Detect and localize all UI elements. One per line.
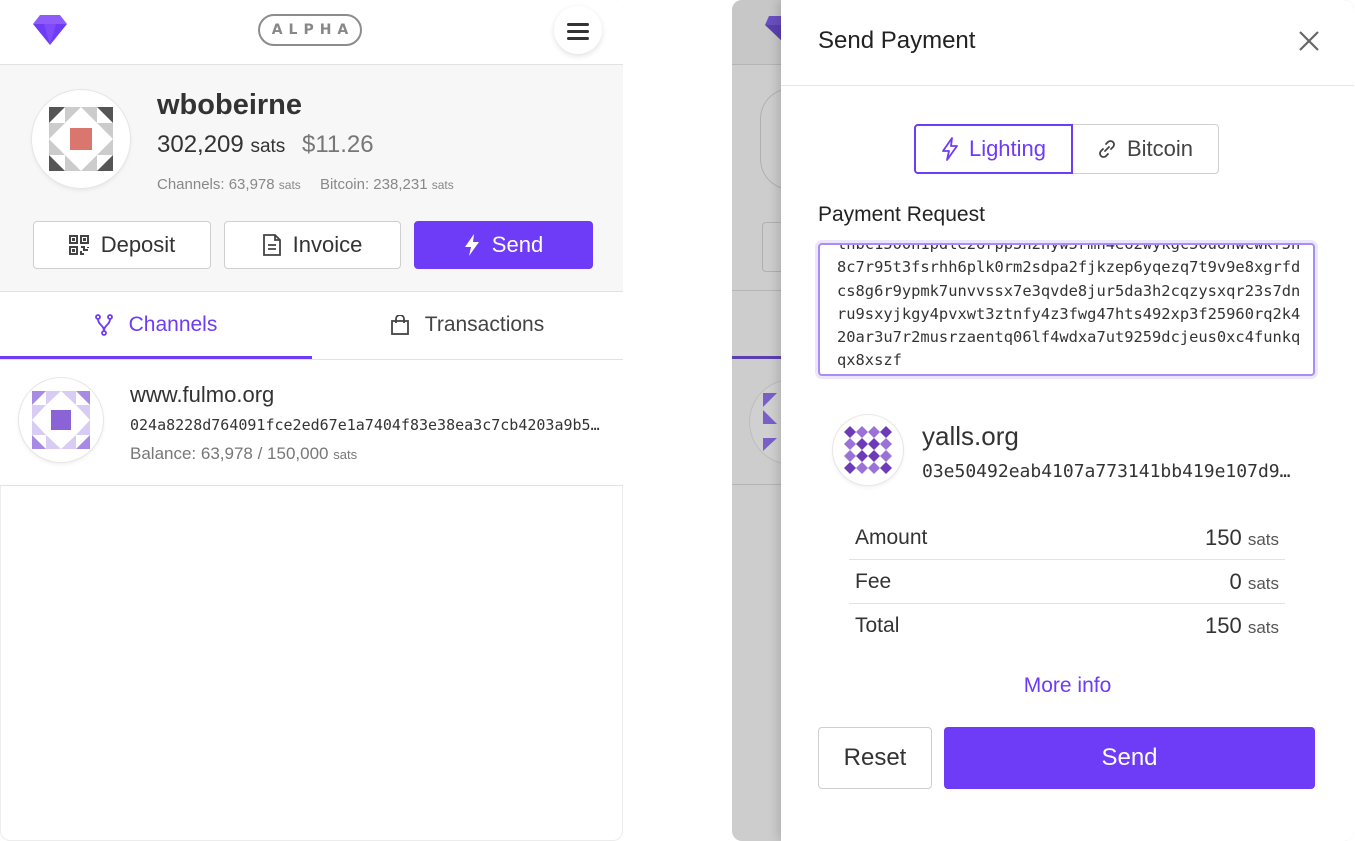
tab-bar: Channels Transactions bbox=[0, 292, 623, 360]
summary-label: Amount bbox=[855, 526, 928, 549]
summary-number: 0 bbox=[1229, 569, 1242, 594]
summary-number: 150 bbox=[1204, 613, 1242, 638]
segment-bitcoin[interactable]: Bitcoin bbox=[1071, 124, 1219, 174]
hamburger-line bbox=[567, 30, 589, 33]
channel-avatar bbox=[19, 378, 103, 462]
payment-summary: Amount 150 sats Fee 0 sats Total 150 sat… bbox=[849, 516, 1285, 647]
summary-value: 150 sats bbox=[1205, 525, 1279, 551]
lightning-icon bbox=[941, 137, 959, 161]
modal-divider bbox=[781, 85, 1354, 86]
sats-unit: sats bbox=[278, 178, 301, 192]
summary-value: 150 sats bbox=[1205, 613, 1279, 639]
channel-balance-value: Balance: 63,978 / 150,000 bbox=[130, 444, 329, 463]
tab-channels[interactable]: Channels bbox=[0, 292, 312, 358]
sats-unit: sats bbox=[1247, 530, 1279, 549]
list-item[interactable]: www.fulmo.org 024a8228d764091fce2ed67e1a… bbox=[0, 360, 623, 486]
channel-name: www.fulmo.org bbox=[130, 382, 275, 407]
balance-usd: $11.26 bbox=[301, 131, 374, 158]
channel-pubkey: 024a8228d764091fce2ed67e1a7404f83e38ea3c… bbox=[130, 416, 605, 434]
more-info-link[interactable]: More info bbox=[781, 674, 1354, 698]
segment-lightning[interactable]: Lighting bbox=[914, 124, 1073, 174]
app-header: ALPHA bbox=[0, 0, 623, 65]
tab-label: Channels bbox=[128, 313, 218, 336]
invoice-button[interactable]: Invoice bbox=[224, 221, 401, 269]
segment-label: Bitcoin bbox=[1126, 136, 1194, 161]
tab-label: Transactions bbox=[424, 313, 545, 336]
balance-unit: sats bbox=[250, 136, 286, 157]
sats-unit: sats bbox=[431, 178, 454, 192]
deposit-label: Deposit bbox=[100, 232, 176, 257]
summary-label: Fee bbox=[855, 570, 892, 593]
send-button[interactable]: Send bbox=[414, 221, 593, 269]
send-label: Send bbox=[491, 232, 544, 257]
channel-balance: Balance: 63,978 / 150,000 sats bbox=[130, 444, 357, 464]
summary-row-fee: Fee 0 sats bbox=[849, 560, 1285, 604]
segment-label: Lighting bbox=[968, 136, 1047, 161]
deposit-button[interactable]: Deposit bbox=[33, 221, 211, 269]
hamburger-menu-icon bbox=[567, 23, 589, 26]
fork-icon bbox=[94, 314, 113, 336]
summary-row-amount: Amount 150 sats bbox=[849, 516, 1285, 560]
bitcoin-balance: Bitcoin: 238,231 bbox=[319, 176, 428, 193]
send-payment-modal: Send Payment Lighting Bitcoin Payment Re… bbox=[781, 0, 1354, 841]
payment-request-value: lnbc1500n1pdle26rpp5h2hyw5rmn4e62wykgc50… bbox=[837, 243, 1301, 370]
modal-title: Send Payment bbox=[818, 27, 976, 54]
document-icon bbox=[262, 234, 281, 256]
invoice-label: Invoice bbox=[292, 232, 363, 257]
balance-value: 302,209 bbox=[157, 131, 244, 158]
link-icon bbox=[1097, 139, 1117, 159]
summary-label: Total bbox=[855, 614, 900, 637]
node-avatar bbox=[833, 415, 903, 485]
node-name: yalls.org bbox=[922, 421, 1019, 451]
payment-request-label: Payment Request bbox=[818, 203, 985, 226]
node-pubkey: 03e50492eab4107a773141bb419e107d9c2a4b8e… bbox=[922, 461, 1297, 482]
send-payment-overlay: Send Payment Lighting Bitcoin Payment Re… bbox=[732, 0, 1354, 841]
hamburger-line bbox=[567, 37, 589, 40]
username: wbobeirne bbox=[157, 89, 303, 121]
close-icon bbox=[1299, 31, 1319, 51]
qr-code-icon bbox=[68, 235, 89, 255]
tab-transactions[interactable]: Transactions bbox=[312, 292, 623, 358]
summary-row-total: Total 150 sats bbox=[849, 604, 1285, 647]
shopping-bag-icon bbox=[390, 315, 409, 335]
wallet-panel: ALPHA wbobeirne 302,209 sats $11.26 Chan… bbox=[0, 0, 623, 841]
alpha-badge: ALPHA bbox=[258, 14, 362, 46]
menu-button[interactable] bbox=[554, 6, 602, 54]
avatar[interactable] bbox=[32, 90, 130, 188]
summary-number: 150 bbox=[1204, 525, 1242, 550]
channels-balance: Channels: 63,978 bbox=[157, 176, 275, 193]
profile-card: wbobeirne 302,209 sats $11.26 Channels: … bbox=[0, 65, 623, 292]
active-tab-indicator bbox=[0, 356, 312, 359]
balance-breakdown: Channels: 63,978 sats Bitcoin: 238,231 s… bbox=[157, 176, 454, 193]
total-balance: 302,209 sats $11.26 bbox=[157, 131, 374, 159]
send-payment-button[interactable]: Send bbox=[944, 727, 1315, 789]
sats-unit: sats bbox=[1247, 618, 1279, 637]
payment-request-input[interactable]: lnbc1500n1pdle26rpp5h2hyw5rmn4e62wykgc50… bbox=[818, 243, 1315, 376]
summary-value: 0 sats bbox=[1229, 569, 1279, 595]
sats-unit: sats bbox=[333, 447, 358, 462]
gem-logo-icon[interactable] bbox=[33, 15, 67, 45]
lightning-icon bbox=[464, 234, 480, 256]
close-button[interactable] bbox=[1297, 29, 1321, 53]
reset-button[interactable]: Reset bbox=[818, 727, 932, 789]
sats-unit: sats bbox=[1247, 574, 1279, 593]
